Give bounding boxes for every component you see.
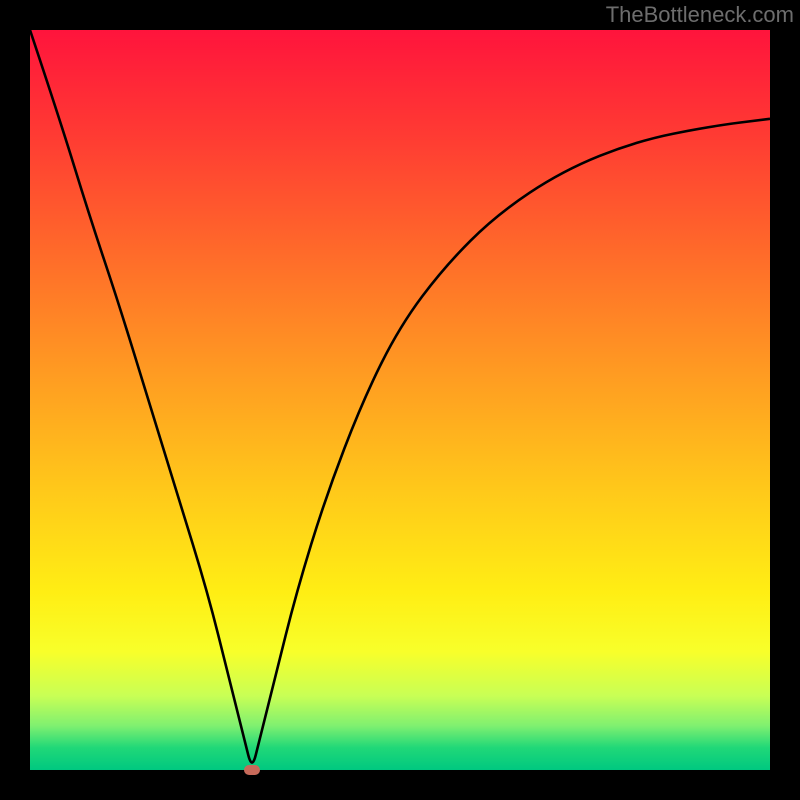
chart-root: TheBottleneck.com [0, 0, 800, 800]
plot-area [30, 30, 770, 770]
minimum-marker [244, 765, 260, 775]
curve-layer [30, 30, 770, 770]
watermark-text: TheBottleneck.com [606, 2, 794, 28]
bottleneck-curve [30, 30, 770, 763]
